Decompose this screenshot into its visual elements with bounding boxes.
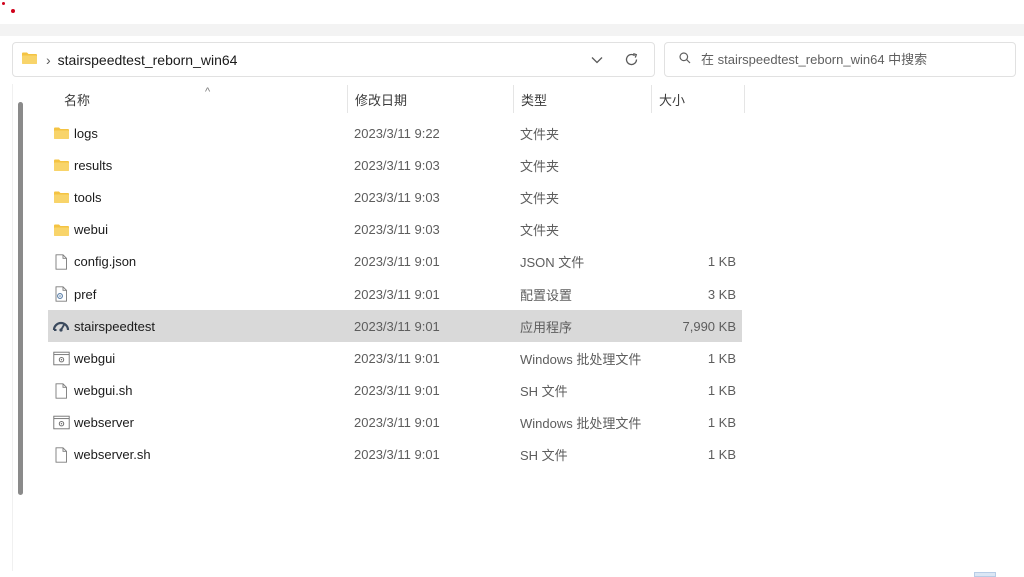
file-icon	[52, 447, 70, 463]
red-dot-marker	[2, 2, 5, 5]
column-header-date-label: 修改日期	[355, 92, 408, 108]
column-header-row: 名称 ^ 修改日期 类型 大小	[48, 85, 745, 113]
column-header-name-label: 名称	[64, 92, 91, 108]
search-icon	[679, 52, 691, 67]
file-size: 3 KB	[707, 286, 736, 302]
file-modified-date: 2023/3/11 9:03	[354, 189, 440, 205]
file-name-cell: webserver	[48, 415, 348, 431]
file-row[interactable]: logs 2023/3/11 9:22 文件夹	[48, 117, 742, 149]
column-header-name[interactable]: 名称 ^	[48, 85, 348, 113]
file-modified-date: 2023/3/11 9:01	[354, 350, 440, 366]
file-icon	[52, 254, 70, 270]
settings-file-icon	[52, 286, 70, 302]
file-name: pref	[74, 286, 97, 302]
file-type: Windows 批处理文件	[520, 351, 642, 367]
file-size: 7,990 KB	[682, 318, 737, 334]
file-row[interactable]: webserver.sh 2023/3/11 9:01 SH 文件 1 KB	[48, 439, 742, 471]
file-type: SH 文件	[520, 448, 568, 464]
toolbar-strip	[0, 24, 1024, 36]
file-type: 配置设置	[520, 287, 573, 303]
file-name-cell: webgui.sh	[48, 382, 348, 399]
column-header-date[interactable]: 修改日期	[348, 85, 514, 113]
file-row[interactable]: tools 2023/3/11 9:03 文件夹	[48, 181, 742, 213]
taskbar-corner-icon	[974, 572, 996, 577]
file-type: 文件夹	[520, 223, 560, 239]
file-modified-date: 2023/3/11 9:22	[354, 125, 440, 141]
file-name: webgui	[74, 350, 116, 366]
folder-icon	[52, 222, 70, 238]
file-size: 1 KB	[707, 350, 736, 366]
file-modified-date: 2023/3/11 9:01	[354, 286, 440, 302]
file-size: 1 KB	[707, 447, 736, 463]
breadcrumb-current-folder[interactable]: stairspeedtest_reborn_win64	[58, 52, 238, 68]
batch-file-icon	[52, 415, 70, 431]
file-name: webui	[74, 222, 108, 238]
file-name-cell: webserver.sh	[48, 447, 348, 463]
file-name-cell: pref	[48, 286, 348, 302]
file-type: SH 文件	[520, 384, 568, 400]
file-name-cell: stairspeedtest	[48, 318, 348, 334]
file-modified-date: 2023/3/11 9:01	[354, 383, 440, 399]
file-row[interactable]: webui 2023/3/11 9:03 文件夹	[48, 214, 742, 246]
file-name-cell: results	[48, 157, 348, 173]
column-header-size[interactable]: 大小	[652, 85, 745, 113]
red-dot-marker	[11, 9, 15, 13]
file-name: webserver	[74, 415, 134, 431]
file-icon	[52, 382, 70, 399]
file-type: JSON 文件	[520, 255, 585, 271]
file-modified-date: 2023/3/11 9:03	[354, 157, 440, 173]
address-bar[interactable]: › stairspeedtest_reborn_win64	[12, 42, 655, 77]
batch-file-icon	[52, 350, 70, 366]
vertical-scrollbar[interactable]	[15, 86, 25, 506]
chevron-down-icon[interactable]	[582, 45, 612, 75]
file-name-cell: webui	[48, 222, 348, 238]
file-name: results	[74, 157, 113, 173]
file-name-cell: logs	[48, 125, 348, 141]
file-type: 文件夹	[520, 126, 560, 142]
file-name: webgui.sh	[74, 383, 133, 399]
file-row[interactable]: results 2023/3/11 9:03 文件夹	[48, 149, 742, 181]
file-name: webserver.sh	[74, 447, 151, 463]
file-name-cell: webgui	[48, 350, 348, 366]
file-type: 文件夹	[520, 190, 560, 206]
file-modified-date: 2023/3/11 9:01	[354, 447, 440, 463]
file-modified-date: 2023/3/11 9:03	[354, 222, 440, 238]
folder-icon	[21, 51, 38, 68]
file-size: 1 KB	[707, 383, 736, 399]
file-type: Windows 批处理文件	[520, 416, 642, 432]
column-header-type-label: 类型	[521, 92, 548, 108]
file-modified-date: 2023/3/11 9:01	[354, 254, 440, 270]
file-modified-date: 2023/3/11 9:01	[354, 318, 440, 334]
file-row[interactable]: webgui.sh 2023/3/11 9:01 SH 文件 1 KB	[48, 375, 742, 407]
file-size: 1 KB	[707, 415, 736, 431]
file-name: config.json	[74, 254, 137, 270]
search-box[interactable]	[664, 42, 1016, 77]
file-type: 文件夹	[520, 158, 560, 174]
file-name: logs	[74, 125, 98, 141]
sort-ascending-icon: ^	[205, 86, 211, 98]
column-header-type[interactable]: 类型	[514, 85, 652, 113]
scrollbar-thumb[interactable]	[18, 102, 23, 495]
file-type: 应用程序	[520, 319, 573, 335]
folder-icon	[52, 157, 70, 173]
search-input[interactable]	[701, 52, 1001, 67]
file-name: stairspeedtest	[74, 318, 155, 334]
file-name-cell: tools	[48, 189, 348, 205]
file-row[interactable]: config.json 2023/3/11 9:01 JSON 文件 1 KB	[48, 246, 742, 278]
file-size: 1 KB	[707, 254, 736, 270]
file-row[interactable]: pref 2023/3/11 9:01 配置设置 3 KB	[48, 278, 742, 310]
column-header-size-label: 大小	[659, 92, 686, 108]
file-row[interactable]: stairspeedtest 2023/3/11 9:01 应用程序 7,990 KB	[48, 310, 742, 343]
file-list: logs 2023/3/11 9:22 文件夹 results 2023/3/11 9:…	[48, 117, 742, 471]
folder-icon	[52, 125, 70, 141]
file-name: tools	[74, 189, 102, 205]
file-row[interactable]: webgui 2023/3/11 9:01 Windows 批处理文件 1 KB	[48, 342, 742, 374]
refresh-icon[interactable]	[616, 45, 646, 75]
file-name-cell: config.json	[48, 254, 348, 270]
file-row[interactable]: webserver 2023/3/11 9:01 Windows 批处理文件 1 KB	[48, 407, 742, 439]
breadcrumb-separator: ›	[46, 51, 51, 68]
file-modified-date: 2023/3/11 9:01	[354, 415, 440, 431]
speedometer-app-icon	[52, 318, 70, 334]
folder-icon	[52, 189, 70, 205]
